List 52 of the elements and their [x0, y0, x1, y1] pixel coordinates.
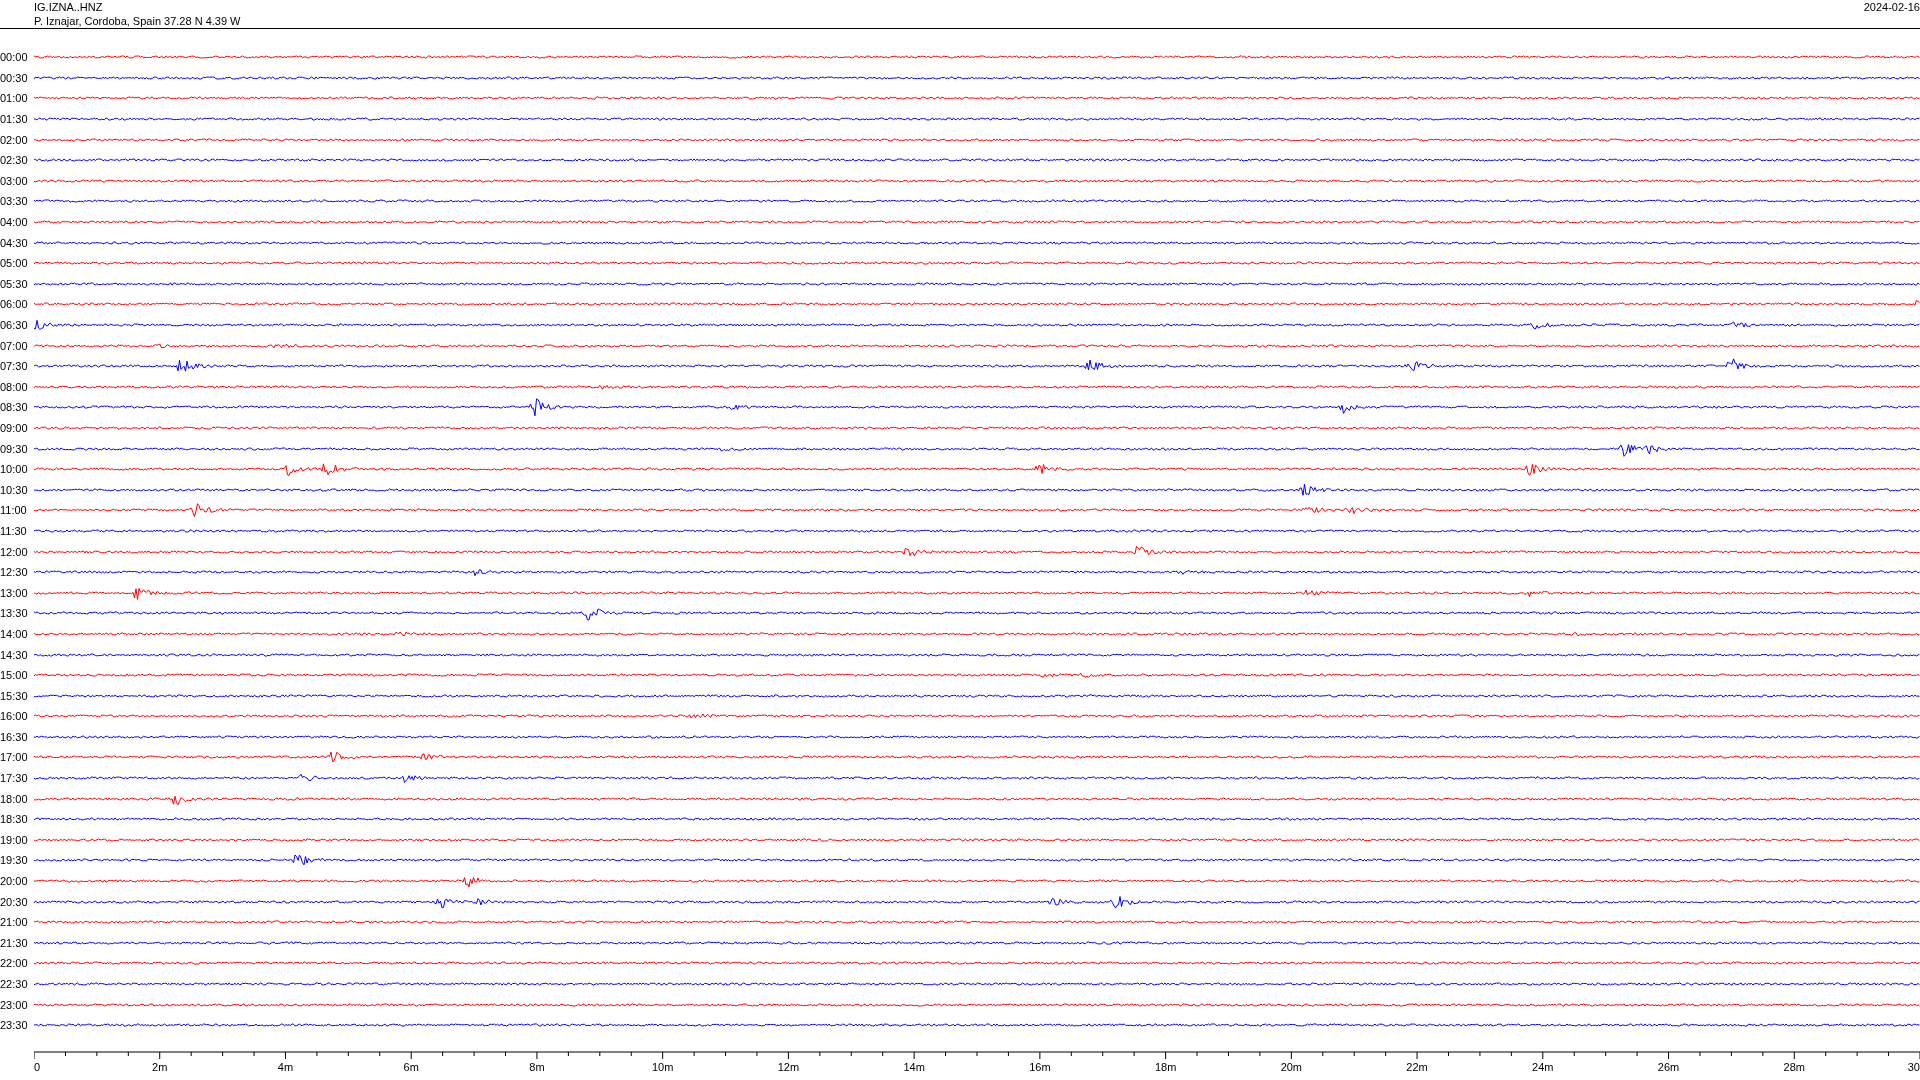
- time-label: 22:30: [0, 978, 29, 990]
- time-axis: 0 2m 4m 6m 8m 10m 12m 14m 16m 18m 20m 22m 24m 26m 28m 30: [34, 1049, 1920, 1080]
- plot-date: 2024-02-16: [1863, 0, 1920, 15]
- time-label: 16:30: [0, 730, 29, 743]
- time-label: 09:00: [0, 422, 29, 434]
- time-label: 00:30: [0, 71, 29, 84]
- time-label: 15:30: [0, 689, 29, 702]
- time-label: 04:00: [0, 216, 29, 229]
- time-label: 20:00: [0, 875, 29, 888]
- time-label: 07:00: [0, 339, 29, 352]
- time-label: 01:30: [0, 113, 29, 126]
- time-label: 03:30: [0, 195, 29, 208]
- time-label: 00:00: [0, 51, 29, 64]
- time-label: 04:30: [0, 236, 29, 249]
- time-label: 12:00: [0, 545, 29, 558]
- time-label: 19:00: [0, 833, 29, 846]
- time-label: 13:00: [0, 586, 29, 599]
- time-label: 14:30: [0, 648, 29, 661]
- station-location: P. Iznajar, Cordoba, Spain 37.28 N 4.39 W: [34, 14, 241, 28]
- time-label: 06:00: [0, 298, 29, 311]
- time-label: 20:30: [0, 895, 29, 908]
- time-label: 02:00: [0, 133, 29, 146]
- time-label: 18:00: [0, 792, 29, 805]
- time-label: 11:00: [0, 504, 28, 517]
- time-label: 01:00: [0, 92, 29, 105]
- time-label: 17:30: [0, 772, 29, 785]
- station-code: IG.IZNA..HNZ: [34, 0, 104, 14]
- time-label: 14:00: [0, 627, 29, 640]
- time-label: 13:30: [0, 607, 29, 620]
- time-label: 21:30: [0, 936, 29, 949]
- time-label: 21:00: [0, 916, 29, 929]
- time-label: 02:30: [0, 154, 29, 167]
- time-label: 08:30: [0, 401, 29, 414]
- time-label: 11:30: [0, 524, 28, 537]
- time-label: 05:30: [0, 277, 29, 290]
- time-label: 23:00: [0, 998, 29, 1011]
- time-label: 09:30: [0, 442, 29, 455]
- time-label: 03:00: [0, 174, 29, 187]
- time-label: 18:30: [0, 813, 29, 826]
- time-label: 15:00: [0, 669, 29, 682]
- time-label: 22:00: [0, 957, 29, 970]
- time-label: 07:30: [0, 360, 29, 373]
- time-label: 17:00: [0, 751, 29, 764]
- time-label: 05:00: [0, 257, 29, 270]
- time-label: 12:30: [0, 566, 29, 579]
- time-label: 19:30: [0, 854, 29, 867]
- time-label: 16:00: [0, 710, 29, 723]
- time-label: 23:30: [0, 1019, 29, 1032]
- time-label: 10:00: [0, 463, 29, 476]
- time-label: 10:30: [0, 483, 29, 496]
- time-label: 06:30: [0, 319, 29, 331]
- time-label: 08:00: [0, 380, 29, 393]
